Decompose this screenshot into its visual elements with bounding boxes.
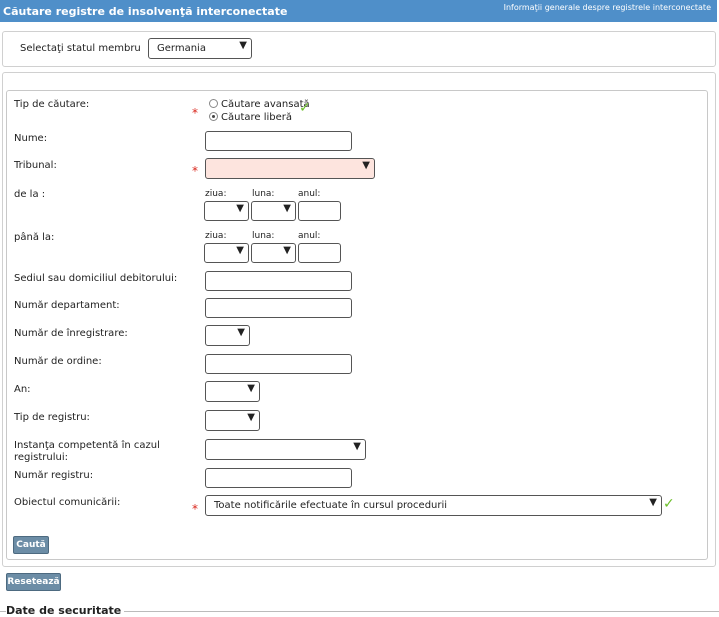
name-label: Nume:: [14, 133, 48, 144]
competent-court-label: Instanţa competentă în cazul registrului…: [14, 440, 160, 463]
general-info-link[interactable]: Informaţii generale despre registrele in…: [504, 3, 711, 12]
member-state-label: Selectaţi statul membru: [20, 43, 141, 54]
to-month-select[interactable]: ▼: [251, 243, 296, 263]
radio-advanced-search[interactable]: Căutare avansată: [209, 98, 310, 110]
register-number-input[interactable]: [205, 468, 352, 488]
name-input[interactable]: [205, 131, 352, 151]
chevron-down-icon: ▼: [362, 160, 370, 171]
to-year-input[interactable]: [298, 243, 341, 263]
to-day-label: ziua:: [205, 231, 227, 241]
registration-number-select[interactable]: ▼: [205, 325, 250, 346]
subject-value: Toate notificările efectuate în cursul p…: [214, 500, 448, 511]
check-icon: ✓: [663, 496, 675, 512]
to-date-label: până la:: [14, 232, 55, 243]
member-state-value: Germania: [157, 43, 206, 54]
member-state-panel: Selectaţi statul membru Germania ▼: [2, 31, 716, 67]
check-icon: ✓: [299, 100, 311, 116]
from-year-label: anul:: [298, 189, 321, 199]
chevron-down-icon: ▼: [237, 327, 245, 338]
search-button[interactable]: Caută: [13, 536, 49, 554]
reset-button[interactable]: Resetează: [6, 573, 61, 591]
department-number-input[interactable]: [205, 298, 352, 318]
debtor-seat-input[interactable]: [205, 271, 352, 291]
required-icon: *: [192, 106, 198, 120]
chevron-down-icon: ▼: [649, 497, 657, 508]
competent-court-select[interactable]: ▼: [205, 439, 366, 460]
radio-free-search[interactable]: Căutare liberă: [209, 111, 293, 123]
register-type-label: Tip de registru:: [14, 412, 90, 423]
year-select[interactable]: ▼: [205, 381, 260, 402]
radio-free-label: Căutare liberă: [221, 112, 293, 123]
chevron-down-icon: ▼: [236, 203, 244, 214]
department-number-label: Număr departament:: [14, 300, 120, 311]
required-icon: *: [192, 502, 198, 516]
court-select[interactable]: ▼: [205, 158, 375, 179]
chevron-down-icon: ▼: [353, 441, 361, 452]
to-year-label: anul:: [298, 231, 321, 241]
page-header: Căutare registre de insolvenţă intercone…: [0, 0, 717, 22]
search-type-label: Tip de căutare:: [14, 99, 90, 110]
chevron-down-icon: ▼: [283, 203, 291, 214]
radio-selected-icon: [209, 111, 218, 121]
chevron-down-icon: ▼: [283, 245, 291, 256]
radio-advanced-label: Căutare avansată: [221, 99, 310, 110]
register-number-label: Număr registru:: [14, 470, 94, 481]
subject-select[interactable]: Toate notificările efectuate în cursul p…: [205, 495, 662, 516]
to-day-select[interactable]: ▼: [204, 243, 249, 263]
chevron-down-icon: ▼: [236, 245, 244, 256]
court-label: Tribunal:: [14, 160, 57, 171]
radio-icon: [209, 98, 218, 108]
from-month-label: luna:: [252, 189, 275, 199]
chevron-down-icon: ▼: [247, 383, 255, 394]
from-month-select[interactable]: ▼: [251, 201, 296, 221]
from-day-label: ziua:: [205, 189, 227, 199]
member-state-select[interactable]: Germania ▼: [148, 38, 252, 59]
debtor-seat-label: Sediul sau domiciliul debitorului:: [14, 273, 178, 284]
required-icon: *: [192, 164, 198, 178]
order-number-input[interactable]: [205, 354, 352, 374]
order-number-label: Număr de ordine:: [14, 356, 102, 367]
from-day-select[interactable]: ▼: [204, 201, 249, 221]
security-section-title: Date de securitate: [6, 604, 125, 617]
chevron-down-icon: ▼: [247, 412, 255, 423]
subject-label: Obiectul comunicării:: [14, 497, 121, 508]
year-label: An:: [14, 384, 31, 395]
from-date-label: de la :: [14, 189, 46, 200]
chevron-down-icon: ▼: [239, 40, 247, 51]
register-type-select[interactable]: ▼: [205, 410, 260, 431]
from-year-input[interactable]: [298, 201, 341, 221]
to-month-label: luna:: [252, 231, 275, 241]
page-title: Căutare registre de insolvenţă intercone…: [3, 5, 288, 18]
registration-number-label: Număr de înregistrare:: [14, 328, 128, 339]
